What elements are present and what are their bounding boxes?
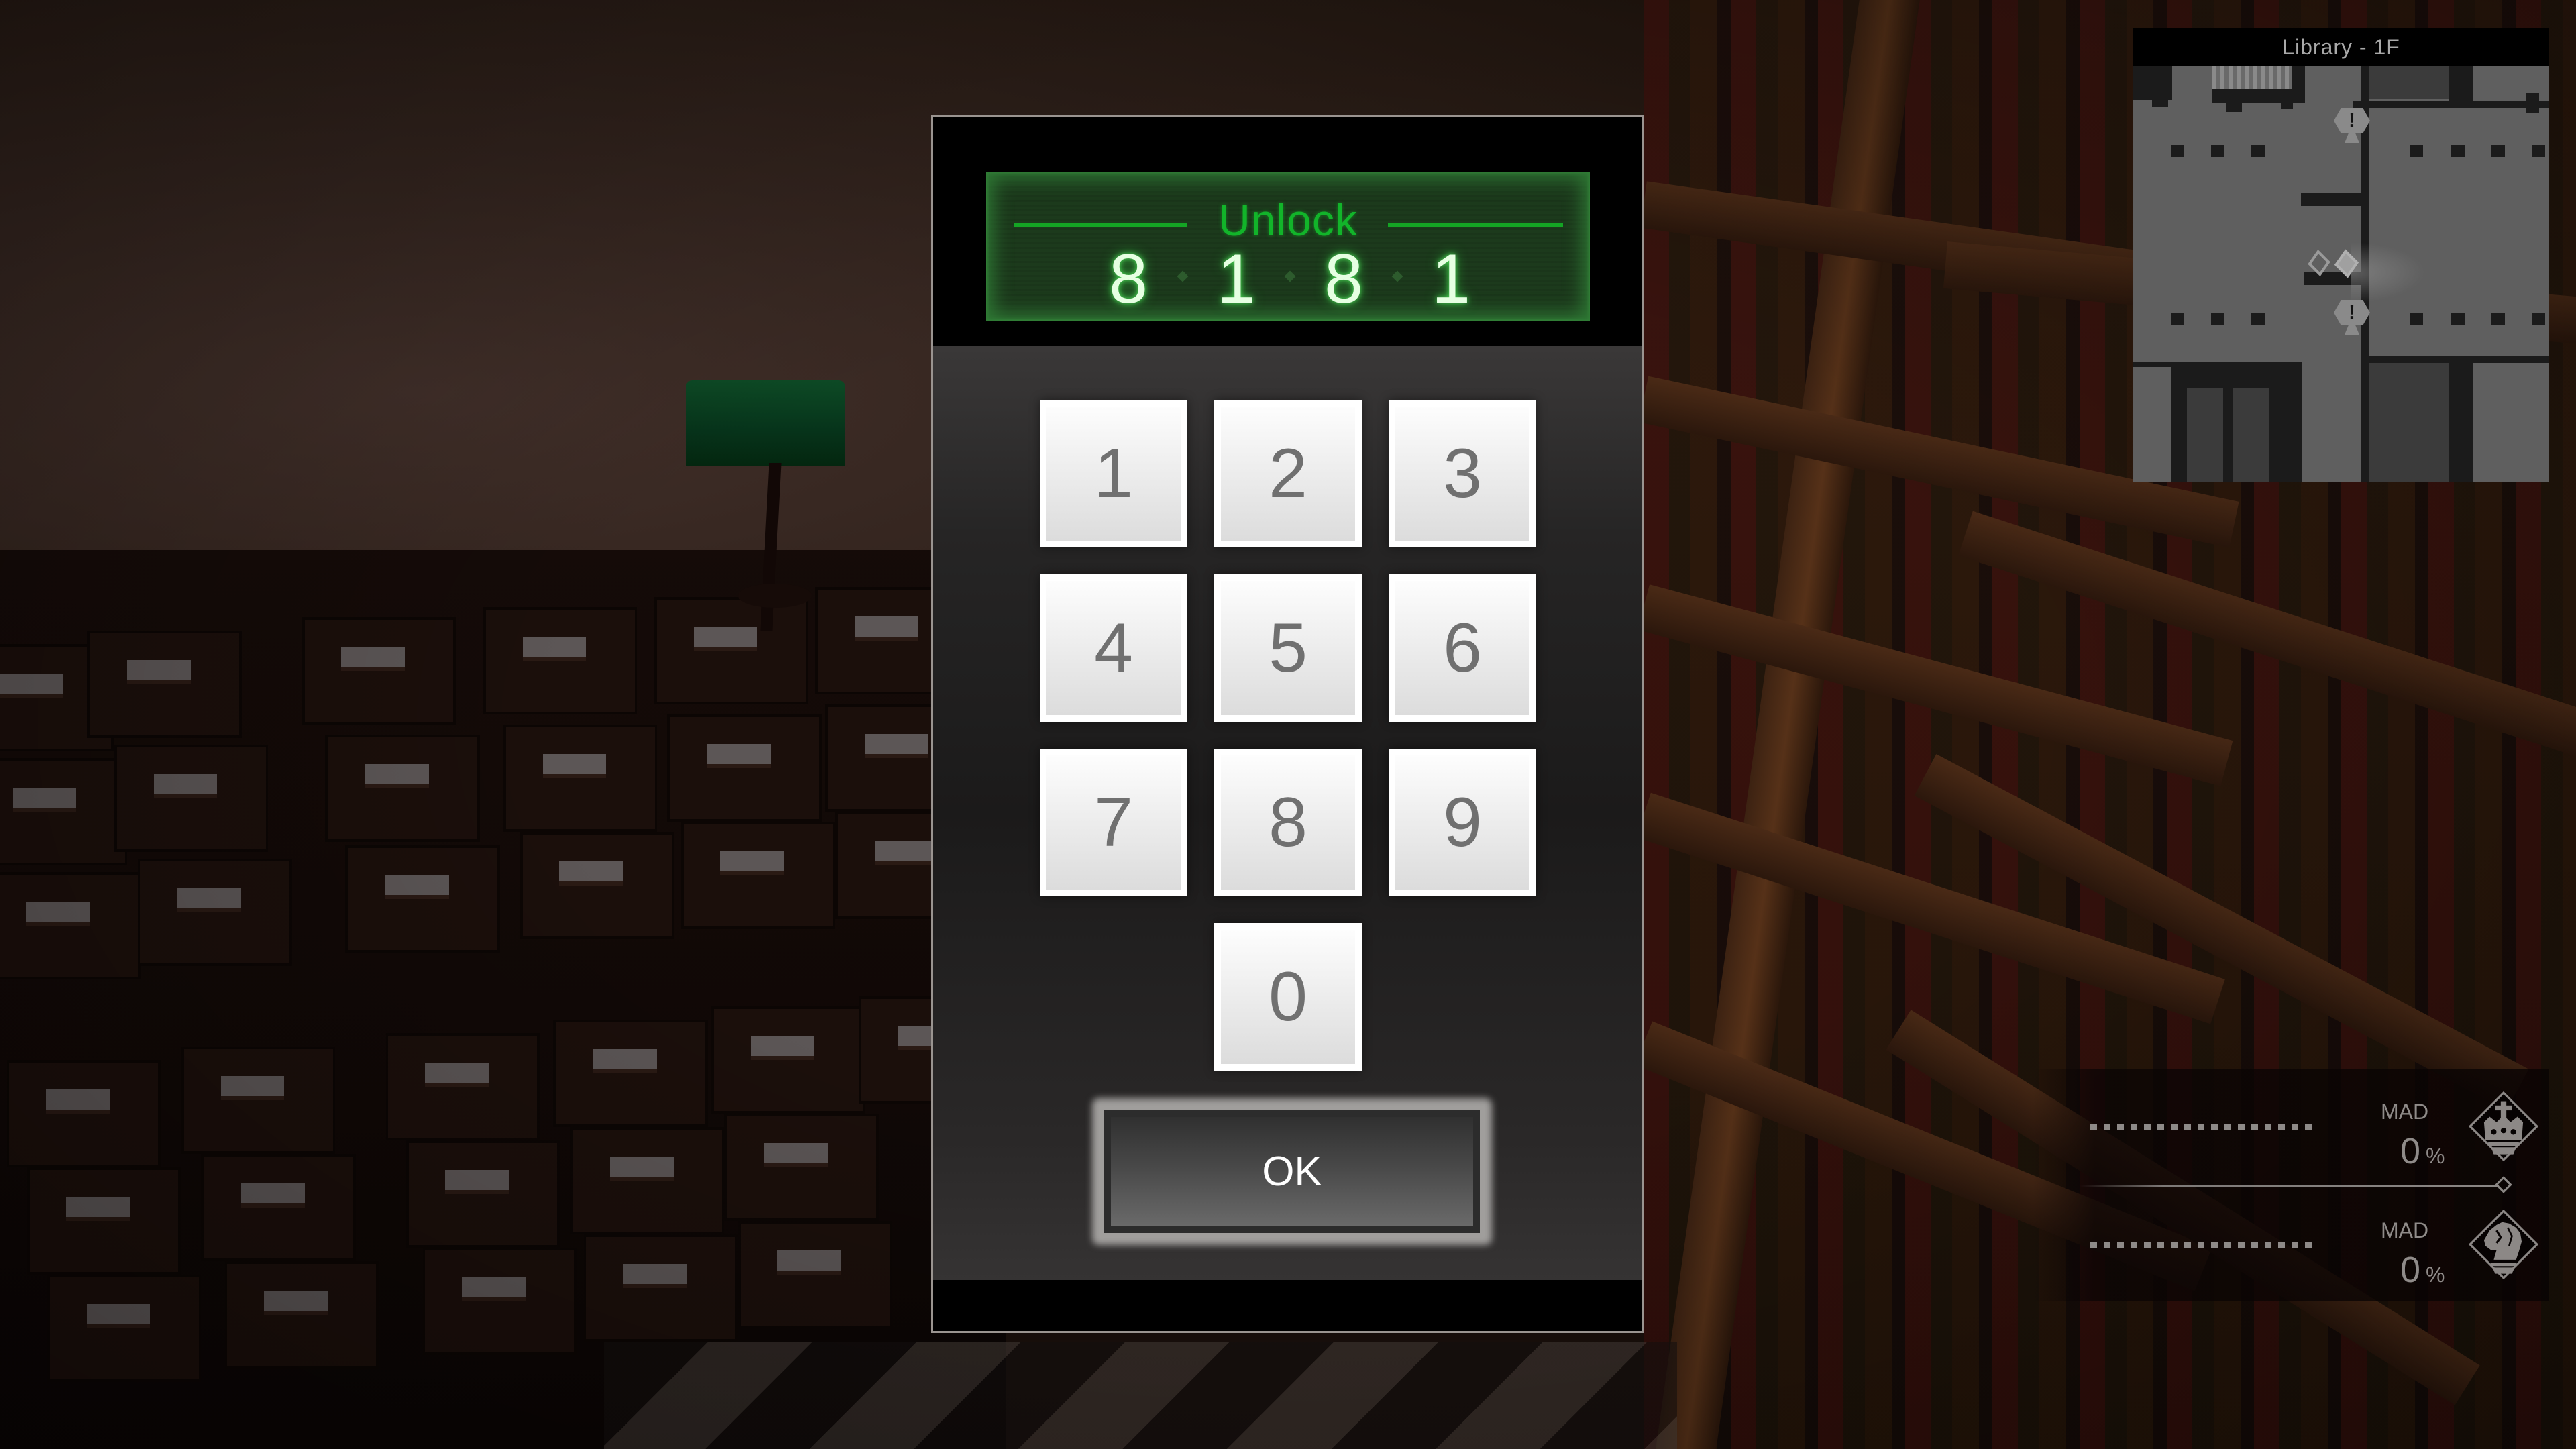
- code-digit-1: 8: [1109, 240, 1148, 318]
- key-1[interactable]: 1: [1040, 400, 1187, 547]
- key-5-label: 5: [1221, 581, 1355, 715]
- map-room: [2187, 388, 2223, 482]
- keypad-title: Unlock: [1218, 195, 1358, 245]
- mad-value-1-number: 0: [2400, 1131, 2421, 1171]
- stairs: [2212, 66, 2292, 89]
- map-pillar: [2410, 313, 2423, 325]
- minimap-floorplan: ! !: [2133, 66, 2549, 482]
- alert-marker-stand: [2345, 132, 2359, 143]
- mad-label-1: MAD: [2381, 1099, 2429, 1124]
- code-digit-4: 1: [1432, 240, 1470, 318]
- map-pillar: [2171, 313, 2184, 325]
- mad-label-2: MAD: [2381, 1218, 2429, 1242]
- alert-marker-icon: !: [2334, 300, 2370, 325]
- map-wall: [2353, 101, 2549, 108]
- map-pillar: [2410, 145, 2423, 157]
- title-rule-right: [1388, 223, 1563, 227]
- map-room: [2369, 66, 2449, 99]
- mad-value-1-unit: %: [2426, 1144, 2445, 1168]
- map-wall: [2133, 66, 2172, 96]
- map-pillar: [2251, 145, 2265, 157]
- alert-marker-icon: !: [2334, 108, 2370, 133]
- key-6-label: 6: [1395, 581, 1529, 715]
- madness-status-panel: MAD 0% MAD 0%: [2033, 1069, 2549, 1301]
- digit-separator: [1391, 270, 1403, 282]
- map-pillar: [2532, 313, 2545, 325]
- map-wall: [2226, 100, 2242, 112]
- map-wall: [2526, 93, 2539, 113]
- ok-button[interactable]: OK: [1104, 1110, 1480, 1233]
- madness-gauge-1: [2090, 1124, 2318, 1130]
- map-pillar: [2251, 313, 2265, 325]
- map-pillar: [2171, 145, 2184, 157]
- code-digit-3: 8: [1324, 240, 1363, 318]
- map-wall: [2449, 66, 2473, 101]
- player-view-cone: [2351, 242, 2425, 303]
- map-pillar: [2211, 145, 2224, 157]
- key-7-label: 7: [1046, 755, 1181, 890]
- madness-gauge-2: [2090, 1242, 2318, 1248]
- map-wall: [2133, 66, 2137, 96]
- map-pillar: [2211, 313, 2224, 325]
- key-3-label: 3: [1395, 407, 1529, 541]
- mad-value-2-number: 0: [2400, 1250, 2421, 1290]
- minimap: Library - 1F ! !: [2133, 28, 2549, 482]
- key-9[interactable]: 9: [1389, 749, 1536, 896]
- key-5[interactable]: 5: [1214, 574, 1362, 722]
- divider-diamond-icon: [2495, 1176, 2512, 1193]
- map-wall: [2281, 100, 2293, 109]
- king-piece-icon: [2469, 1091, 2538, 1161]
- keypad-footer: [933, 1280, 1642, 1331]
- map-pillar: [2532, 145, 2545, 157]
- map-pillar: [2451, 145, 2465, 157]
- key-8[interactable]: 8: [1214, 749, 1362, 896]
- status-divider: [2080, 1185, 2499, 1187]
- minimap-location-title: Library - 1F: [2133, 28, 2549, 66]
- map-wall: [2133, 96, 2172, 100]
- key-3[interactable]: 3: [1389, 400, 1536, 547]
- map-room: [2369, 363, 2449, 482]
- key-6[interactable]: 6: [1389, 574, 1536, 722]
- mad-value-1: 0%: [2400, 1130, 2445, 1172]
- key-8-label: 8: [1221, 755, 1355, 890]
- key-4-label: 4: [1046, 581, 1181, 715]
- digit-separator: [1284, 270, 1296, 282]
- alert-marker-stand: [2345, 324, 2359, 335]
- key-4[interactable]: 4: [1040, 574, 1187, 722]
- map-wall: [2301, 193, 2363, 206]
- mad-value-2-unit: %: [2426, 1263, 2445, 1287]
- code-display: Unlock 8 1 8 1: [986, 172, 1590, 321]
- map-room: [2233, 388, 2269, 482]
- key-2-label: 2: [1221, 407, 1355, 541]
- map-pillar: [2451, 313, 2465, 325]
- code-digit-2: 1: [1217, 240, 1256, 318]
- key-0[interactable]: 0: [1214, 923, 1362, 1071]
- key-0-label: 0: [1221, 930, 1355, 1064]
- map-wall: [2449, 363, 2473, 482]
- key-1-label: 1: [1046, 407, 1181, 541]
- keypad-header: Unlock 8 1 8 1: [933, 117, 1642, 346]
- knight-piece-icon: [2469, 1210, 2538, 1279]
- key-2[interactable]: 2: [1214, 400, 1362, 547]
- key-7[interactable]: 7: [1040, 749, 1187, 896]
- entered-code: 8 1 8 1: [986, 240, 1590, 318]
- map-pillar: [2491, 145, 2505, 157]
- digit-separator: [1177, 270, 1189, 282]
- map-pillar: [2491, 313, 2505, 325]
- key-9-label: 9: [1395, 755, 1529, 890]
- map-wall: [2369, 356, 2549, 363]
- mad-value-2: 0%: [2400, 1249, 2445, 1291]
